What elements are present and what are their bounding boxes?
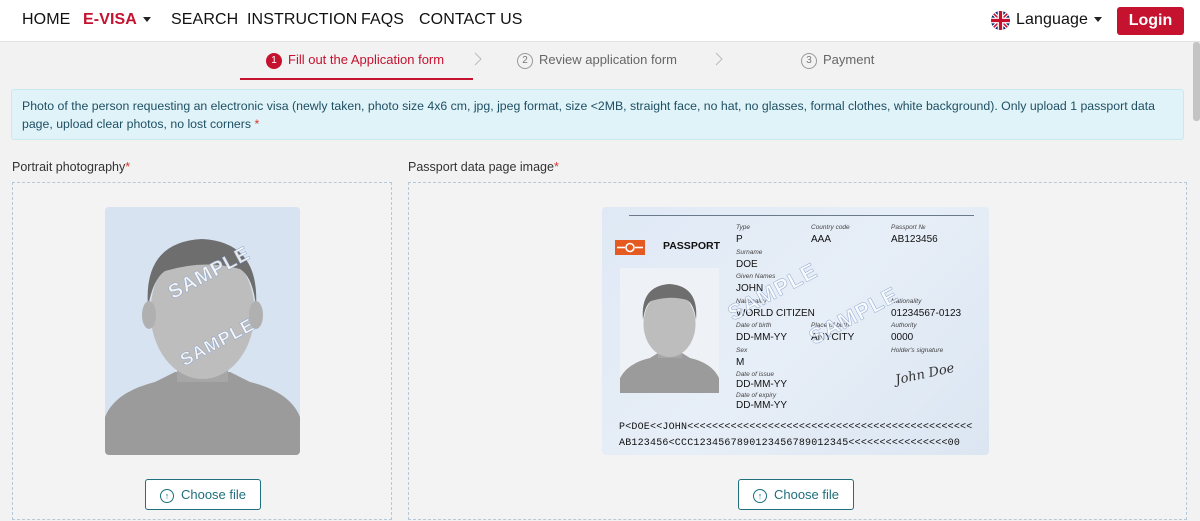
nav-faqs[interactable]: FAQS [361,11,404,29]
active-step-underline [240,78,473,80]
choose-file-label: Choose file [180,487,247,502]
passport-label: Passport data page image* [408,160,559,174]
nav-home[interactable]: HOME [22,11,70,29]
language-dropdown[interactable]: Language [1016,11,1102,29]
upload-arrow-icon: ↑ [752,489,767,503]
nav-evisa[interactable]: E-VISA [83,11,151,29]
passport-no-label: Passport № [891,224,926,231]
nav-instruction[interactable]: INSTRUCTION [247,11,357,29]
required-mark: * [553,160,559,174]
authority-label: Authority [891,322,917,329]
notice-text: Photo of the person requesting an electr… [22,99,1155,131]
vertical-scrollbar[interactable] [1193,42,1200,121]
step-number: 2 [517,53,533,69]
passport-title: PASSPORT [663,240,720,252]
passport-choose-file-button[interactable]: ↑ Choose file [738,479,854,510]
surname-value: DOE [736,259,758,270]
sex-label: Sex [736,347,748,354]
nav-contact-us[interactable]: CONTACT US [419,11,523,29]
nav-search[interactable]: SEARCH [171,11,238,29]
portrait-silhouette [105,207,300,455]
passport-label-text: Passport data page image [408,160,554,174]
holder-signature: John Doe [894,360,956,389]
step-label: Fill out the Application form [288,52,445,67]
sex-value: M [736,357,745,368]
portrait-choose-file-button[interactable]: ↑ Choose file [145,479,261,510]
step-number: 1 [266,53,282,69]
type-value: P [736,234,743,245]
signature-label: Holder's signature [891,347,944,354]
authority-value: 0000 [891,332,914,343]
login-button[interactable]: Login [1117,7,1184,35]
step-number: 3 [801,53,817,69]
mrz-line-1: P<DOE<<JOHN<<<<<<<<<<<<<<<<<<<<<<<<<<<<<… [619,422,973,433]
personal-no-value: 01234567-0123 [891,308,962,319]
portrait-label-text: Portrait photography [12,160,126,174]
step-fill-form[interactable]: 1 Fill out the Application form [266,52,444,69]
progress-steps: 1 Fill out the Application form 2 Review a… [0,43,1200,80]
expiry-value: DD-MM-YY [736,400,788,411]
issue-label: Date of issue [736,371,774,378]
chevron-right-icon [474,52,482,66]
mrz-line-2: AB123456<CCC1234567890123456789012345<<<… [619,438,961,449]
passport-sample-image: PASSPORT Type P Country code AAA Passpor… [602,207,989,455]
chevron-down-icon [1094,17,1102,23]
passport-emblem-icon [615,240,645,255]
chevron-down-icon [142,17,151,23]
step-label: Payment [823,52,875,67]
top-navbar: HOME E-VISA SEARCH INSTRUCTION FAQS CONT… [0,0,1200,42]
upload-arrow-icon: ↑ [159,489,174,503]
chevron-right-icon [715,52,723,66]
surname-label: Surname [736,249,763,256]
required-mark: * [254,117,260,131]
step-payment[interactable]: 3 Payment [801,52,874,69]
choose-file-label: Choose file [773,487,840,502]
step-label: Review application form [539,52,678,67]
portrait-label: Portrait photography* [12,160,130,174]
language-label: Language [1016,11,1088,28]
step-review[interactable]: 2 Review application form [517,52,677,69]
type-label: Type [736,224,750,231]
issue-value: DD-MM-YY [736,379,788,390]
nav-evisa-label: E-VISA [83,11,137,28]
required-mark: * [125,160,131,174]
passport-photo [620,268,719,393]
dob-value: DD-MM-YY [736,332,788,343]
passport-top-line [629,215,974,216]
portrait-sample-image: SAMPLE SAMPLE [105,207,300,455]
expiry-label: Date of expiry [736,392,777,399]
country-code-value: AAA [811,234,832,245]
country-code-label: Country code [811,224,850,231]
upload-instructions-notice: Photo of the person requesting an electr… [11,89,1184,140]
uk-flag-icon[interactable] [991,11,1010,30]
passport-no-value: AB123456 [891,234,938,245]
